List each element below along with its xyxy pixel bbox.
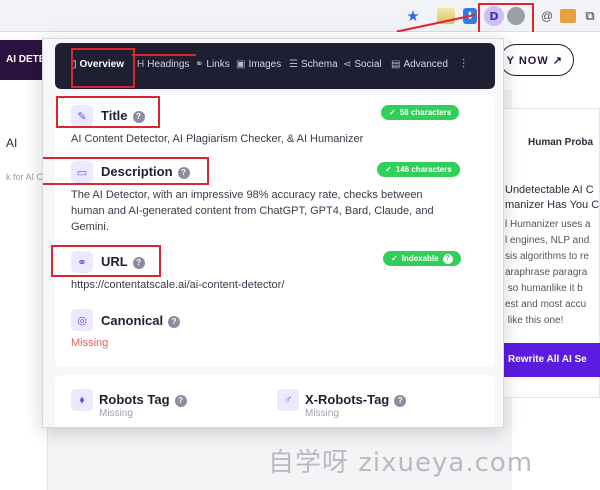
indexable-badge: ✓ Indexable? [383,251,461,266]
title-length-badge: ✓ 58 characters [381,105,460,120]
description-length-badge: ✓ 146 characters [377,162,460,177]
tab-images[interactable]: ▣ Images [236,59,281,70]
annotation-box-overview [71,48,135,88]
annotation-box-title [56,96,160,128]
help-icon[interactable]: ? [174,394,187,407]
headings-icon: H [137,59,145,70]
cta-button[interactable]: Y NOW ↗ [500,44,574,76]
badge-text: Indexable [401,254,439,263]
right-card-subtitle: Undetectable AI C manizer Has You C [505,184,600,211]
tab-headings[interactable]: H Headings [137,59,190,70]
x-robots-icon: ♂ [277,389,299,411]
right-card-title: Human Proba [528,137,594,148]
share-icon: ⋖ [343,59,352,70]
annotation-box-url [51,245,161,277]
settings-sliders-icon[interactable]: ⫶ [462,57,478,73]
puzzle-icon[interactable]: ⧉ [580,6,600,26]
x-robots-label: X-Robots-Tag [305,392,390,407]
popup-nav: ▯ Overview H Headings ⚭ Links ▣ Images ☰… [55,43,495,89]
x-robots-value: Missing [305,408,339,419]
url-value[interactable]: https://contentatscale.ai/ai-content-det… [71,277,481,293]
left-heading: AI [6,136,18,150]
canonical-target-icon: ◎ [71,309,93,331]
seo-popup: ▯ Overview H Headings ⚭ Links ▣ Images ☰… [42,38,504,428]
star-icon[interactable]: ★ [403,6,423,26]
x-robots-heading: X-Robots-Tag? [305,392,407,407]
badge-text: 146 characters [395,165,452,174]
tag-icon: ⬧ [71,389,93,411]
at-icon[interactable]: @ [537,6,557,26]
right-card-paragraph: l Humanizer uses a l engines, NLP and si… [505,219,591,326]
background-left-panel [0,90,48,490]
robots-label: Robots Tag [99,392,170,407]
annotation-box-description [43,157,209,185]
tab-label: Advanced [403,59,448,70]
left-caption: k for AI C [6,172,44,182]
link-icon: ⚭ [195,59,204,70]
shop-extension-icon[interactable] [560,9,576,23]
canonical-label: Canonical [101,313,164,328]
advanced-icon: ▤ [391,59,401,70]
help-icon[interactable]: ? [394,394,407,407]
description-value: The AI Detector, with an impressive 98% … [71,189,434,233]
help-icon[interactable]: ? [442,253,453,264]
tab-label: Images [248,59,282,70]
robots-heading: Robots Tag? [99,392,187,407]
tab-label: Schema [300,59,338,70]
title-value: AI Content Detector, AI Plagiarism Check… [71,133,364,145]
image-icon: ▣ [236,59,246,70]
schema-icon: ☰ [289,59,298,70]
tab-advanced[interactable]: ▤ Advanced [391,59,448,70]
canonical-heading: Canonical? [101,313,181,328]
tab-label: Links [206,59,230,70]
badge-text: 58 characters [399,108,452,117]
tab-social[interactable]: ⋖ Social [343,59,382,70]
tab-label: Social [354,59,382,70]
tab-label: Headings [147,59,190,70]
canonical-value: Missing [71,337,109,349]
rewrite-button[interactable]: Rewrite All AI Se [500,343,600,377]
watermark: 自学呀 zixueya.com [268,448,534,478]
robots-value: Missing [99,408,133,419]
tab-schema[interactable]: ☰ Schema [289,59,338,70]
robots-card: ⬧ Robots Tag? Missing ♂ X-Robots-Tag? Mi… [55,375,495,427]
overview-card: ✎ Title? ✓ 58 characters AI Content Dete… [43,95,495,367]
annotation-arrow-overview [132,54,196,56]
help-icon[interactable]: ? [168,315,181,328]
tab-links[interactable]: ⚭ Links [195,59,230,70]
